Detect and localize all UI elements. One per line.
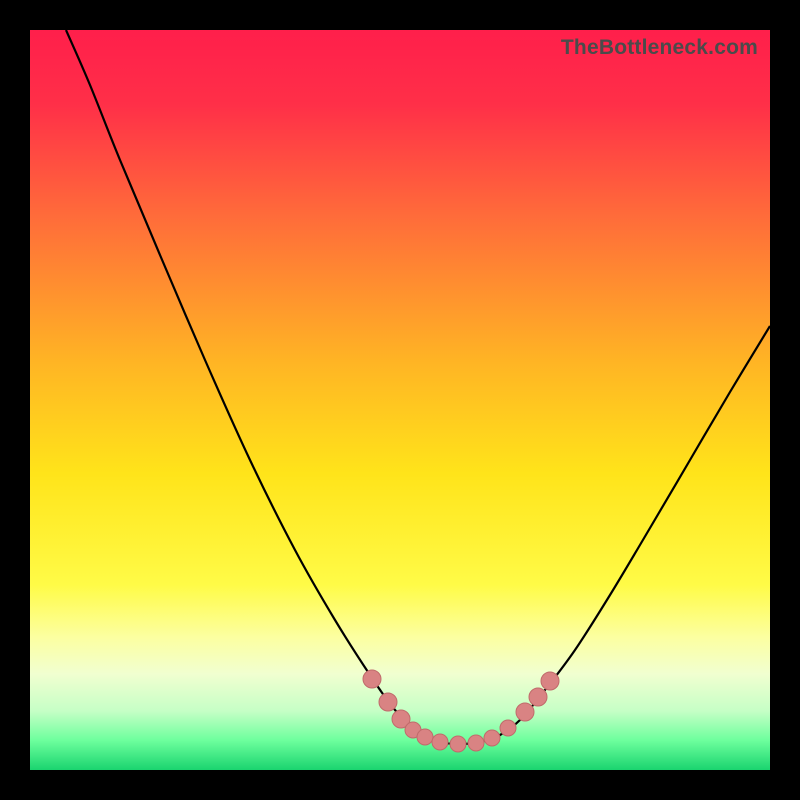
chart-frame: TheBottleneck.com (0, 0, 800, 800)
curve-marker (484, 730, 500, 746)
bottleneck-curve (30, 30, 770, 770)
curve-marker (529, 688, 547, 706)
curve-line (66, 30, 770, 744)
curve-marker (379, 693, 397, 711)
curve-marker (363, 670, 381, 688)
curve-marker (500, 720, 516, 736)
curve-marker (516, 703, 534, 721)
curve-marker (417, 729, 433, 745)
curve-marker (541, 672, 559, 690)
curve-marker (450, 736, 466, 752)
curve-marker (432, 734, 448, 750)
plot-area: TheBottleneck.com (30, 30, 770, 770)
curve-marker (468, 735, 484, 751)
curve-markers (363, 670, 559, 752)
watermark-text: TheBottleneck.com (561, 36, 758, 60)
